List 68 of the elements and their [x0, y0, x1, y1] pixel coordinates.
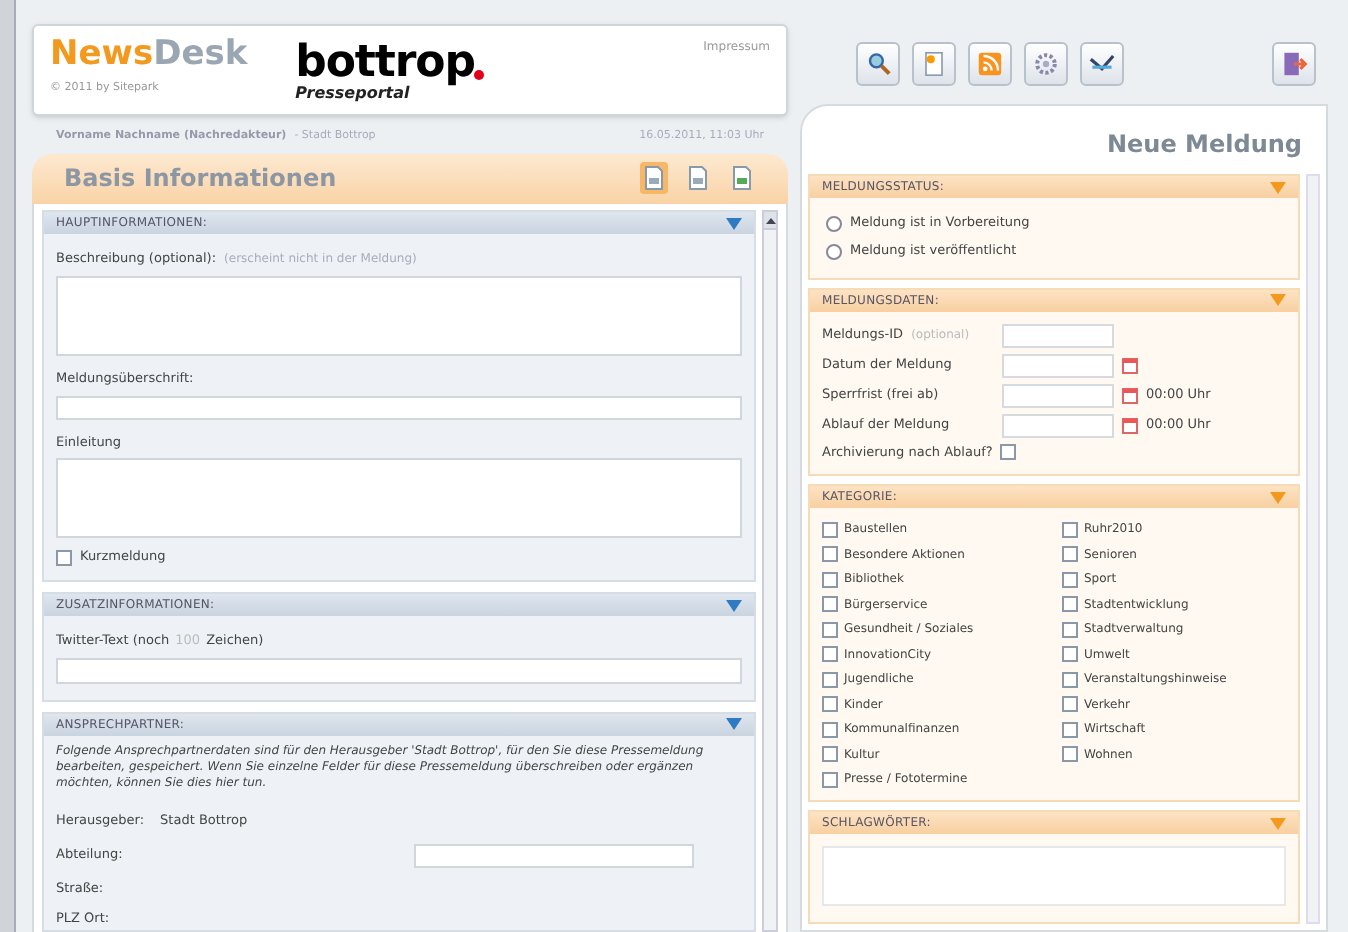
checkbox[interactable]	[1000, 444, 1017, 461]
document-tab[interactable]	[640, 162, 668, 195]
checkbox[interactable]	[56, 550, 72, 567]
radio-button[interactable]	[826, 243, 842, 260]
checkbox[interactable]	[822, 671, 838, 688]
checkbox[interactable]	[822, 696, 838, 713]
checkbox[interactable]	[822, 771, 838, 788]
rss-icon	[974, 48, 1006, 80]
checkbox[interactable]	[1062, 671, 1078, 688]
checkbox[interactable]	[822, 546, 838, 563]
date-input[interactable]	[1002, 383, 1114, 407]
checkbox[interactable]	[822, 746, 838, 763]
collapse-arrow-icon[interactable]	[1270, 294, 1286, 306]
calendar-icon[interactable]	[1122, 417, 1138, 433]
collapse-arrow-icon[interactable]	[726, 718, 742, 731]
panel-title: Basis Informationen	[64, 162, 337, 197]
collapse-arrow-icon[interactable]	[1270, 491, 1286, 504]
settings-icon	[1030, 48, 1062, 80]
collapse-arrow-icon[interactable]	[1270, 817, 1286, 830]
document-button[interactable]	[912, 42, 956, 86]
date-input[interactable]	[1002, 413, 1114, 437]
logo-subtitle: Presseportal	[295, 84, 410, 106]
intro-textarea[interactable]	[56, 458, 742, 539]
checkbox[interactable]	[1062, 696, 1078, 713]
rss-button[interactable]	[968, 42, 1012, 86]
checkbox[interactable]	[1062, 546, 1078, 563]
checkbox[interactable]	[1062, 721, 1078, 738]
collapse-arrow-icon[interactable]	[726, 217, 742, 229]
checkbox[interactable]	[1062, 746, 1078, 763]
logo-text: bottrop	[295, 42, 475, 86]
checkbox[interactable]	[1062, 646, 1078, 663]
checkbox[interactable]	[822, 721, 838, 738]
radio-button[interactable]	[826, 215, 842, 232]
checkbox[interactable]	[822, 521, 838, 538]
panel-title: Neue Meldung	[1107, 128, 1302, 162]
scrollbar[interactable]	[762, 210, 778, 932]
checkbox[interactable]	[822, 646, 838, 663]
date-input[interactable]	[1002, 353, 1114, 377]
scroll-up-arrow-icon[interactable]	[765, 217, 775, 223]
document-icon	[688, 166, 708, 191]
document-tab[interactable]	[728, 162, 756, 195]
checkbox[interactable]	[1062, 621, 1078, 638]
calendar-icon[interactable]	[1122, 387, 1138, 403]
date-input[interactable]	[1002, 323, 1114, 347]
headline-input[interactable]	[56, 395, 742, 419]
checkbox[interactable]	[822, 596, 838, 613]
checkbox[interactable]	[822, 571, 838, 588]
brand-news: News	[50, 38, 154, 72]
settings-button[interactable]	[1024, 42, 1068, 86]
collapse-arrow-icon[interactable]	[1270, 181, 1286, 193]
scrollbar[interactable]	[1306, 174, 1320, 925]
collapse-arrow-icon[interactable]	[726, 599, 742, 611]
document-tab[interactable]	[684, 162, 712, 195]
checkbox[interactable]	[1062, 521, 1078, 538]
logout-icon	[1278, 48, 1310, 80]
brand-desk: Desk	[153, 38, 248, 72]
checkbox[interactable]	[1062, 571, 1078, 588]
document-icon	[644, 166, 664, 191]
checkbox[interactable]	[1062, 596, 1078, 613]
department-input[interactable]	[414, 843, 694, 867]
logout-button[interactable]	[1272, 42, 1316, 86]
twitter-text-input[interactable]	[56, 657, 742, 684]
checkbox[interactable]	[822, 621, 838, 638]
checkmark-button[interactable]	[1080, 42, 1124, 86]
document-icon	[732, 166, 752, 191]
calendar-icon[interactable]	[1122, 357, 1138, 373]
search-button[interactable]	[856, 42, 900, 86]
description-textarea[interactable]	[56, 275, 742, 356]
